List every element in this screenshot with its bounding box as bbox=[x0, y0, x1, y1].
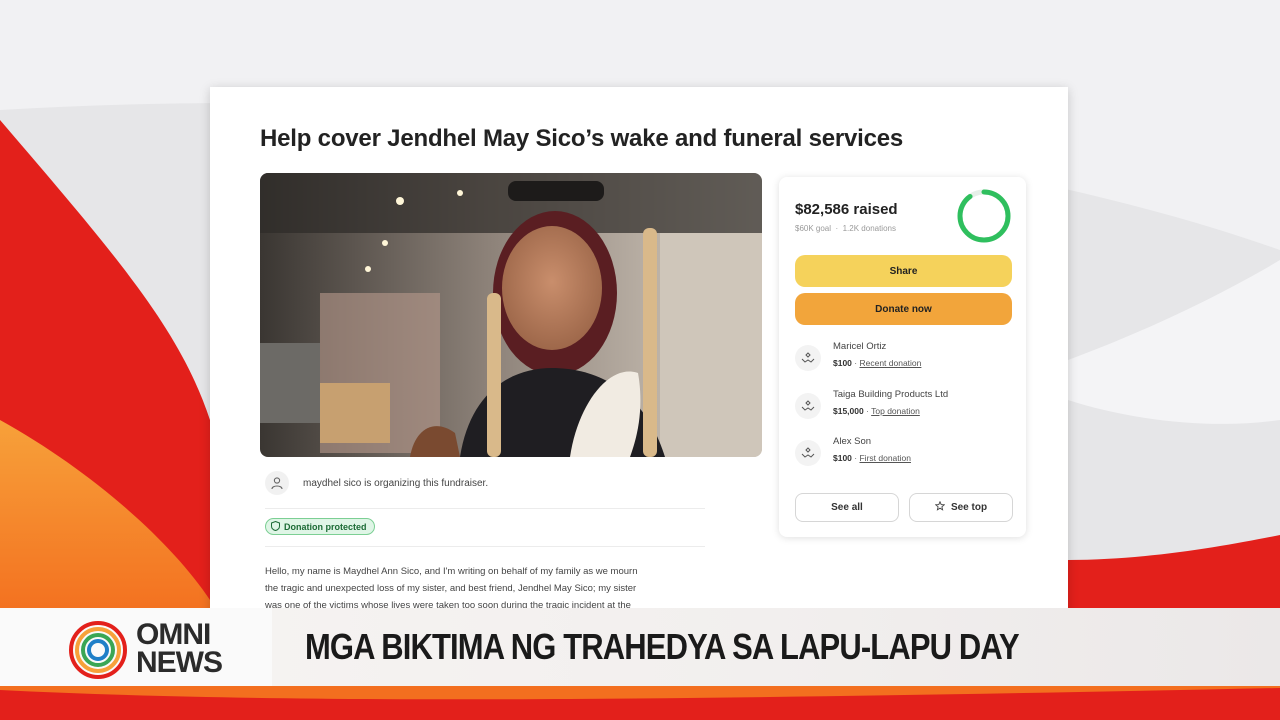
organizer-row[interactable]: maydhel sico is organizing this fundrais… bbox=[265, 470, 705, 496]
fundraiser-title: Help cover Jendhel May Sico’s wake and f… bbox=[260, 125, 904, 152]
donor-amount-line: $15,000 · Top donation bbox=[833, 406, 920, 416]
donor-item[interactable]: Taiga Building Products Ltd $15,000 · To… bbox=[795, 389, 1015, 423]
goal-text: $60K goal bbox=[795, 224, 832, 233]
see-all-button[interactable]: See all bbox=[795, 493, 899, 522]
donor-amount: $100 bbox=[833, 453, 852, 463]
donate-now-button[interactable]: Donate now bbox=[795, 293, 1012, 325]
heart-hands-icon bbox=[795, 345, 821, 371]
donation-panel: $82,586 raised $60K goal · 1.2K donation… bbox=[779, 177, 1026, 537]
goal-and-donations: $60K goal · 1.2K donations bbox=[795, 224, 896, 233]
shield-check-icon bbox=[271, 520, 280, 533]
donor-amount-line: $100 · Recent donation bbox=[833, 358, 922, 368]
donor-amount: $100 bbox=[833, 358, 852, 368]
badge-label: Donation protected bbox=[284, 521, 367, 532]
donor-name: Alex Son bbox=[833, 436, 872, 447]
donor-amount: $15,000 bbox=[833, 406, 864, 416]
donation-count: 1.2K donations bbox=[842, 224, 896, 233]
donor-tag[interactable]: Recent donation bbox=[859, 358, 921, 368]
donor-name: Taiga Building Products Ltd bbox=[833, 389, 949, 400]
user-icon bbox=[265, 471, 289, 495]
omni-news-logo: OMNI NEWS bbox=[0, 608, 272, 686]
heart-hands-icon bbox=[795, 393, 821, 419]
see-all-label: See all bbox=[831, 502, 863, 513]
donor-tag[interactable]: Top donation bbox=[871, 406, 920, 416]
fundraiser-photo[interactable] bbox=[260, 173, 762, 457]
donation-protected-badge[interactable]: Donation protected bbox=[265, 518, 375, 535]
news-headline: MGA BIKTIMA NG TRAHEDYA SA LAPU-LAPU DAY bbox=[305, 626, 1020, 667]
divider bbox=[265, 508, 705, 509]
progress-ring bbox=[957, 189, 1011, 243]
fundraiser-story: Hello, my name is Maydhel Ann Sico, and … bbox=[265, 563, 705, 614]
donor-item[interactable]: Maricel Ortiz $100 · Recent donation bbox=[795, 341, 1015, 375]
donor-tag[interactable]: First donation bbox=[859, 453, 911, 463]
organizer-text: maydhel sico is organizing this fundrais… bbox=[303, 477, 489, 489]
donor-item[interactable]: Alex Son $100 · First donation bbox=[795, 436, 1015, 470]
omni-ring-logo-icon bbox=[69, 621, 127, 679]
fundraiser-page: Help cover Jendhel May Sico’s wake and f… bbox=[210, 87, 1068, 620]
amount-raised: $82,586 raised bbox=[795, 201, 898, 218]
donor-name: Maricel Ortiz bbox=[833, 341, 887, 352]
dot-separator: · bbox=[833, 224, 841, 233]
donor-amount-line: $100 · First donation bbox=[833, 453, 911, 463]
story-line: Hello, my name is Maydhel Ann Sico, and … bbox=[265, 566, 638, 577]
news-lower-third: OMNI NEWS MGA BIKTIMA NG TRAHEDYA SA LAP… bbox=[0, 608, 1280, 686]
star-icon bbox=[934, 500, 946, 514]
share-button[interactable]: Share bbox=[795, 255, 1012, 287]
progress-ring-fill bbox=[957, 189, 1011, 243]
logo-news-text: NEWS bbox=[136, 646, 223, 679]
story-line: the tragic and unexpected loss of my sis… bbox=[265, 583, 637, 594]
see-top-label: See top bbox=[950, 502, 988, 513]
see-top-button[interactable]: See top bbox=[909, 493, 1013, 522]
heart-hands-icon bbox=[795, 440, 821, 466]
divider bbox=[265, 546, 705, 547]
